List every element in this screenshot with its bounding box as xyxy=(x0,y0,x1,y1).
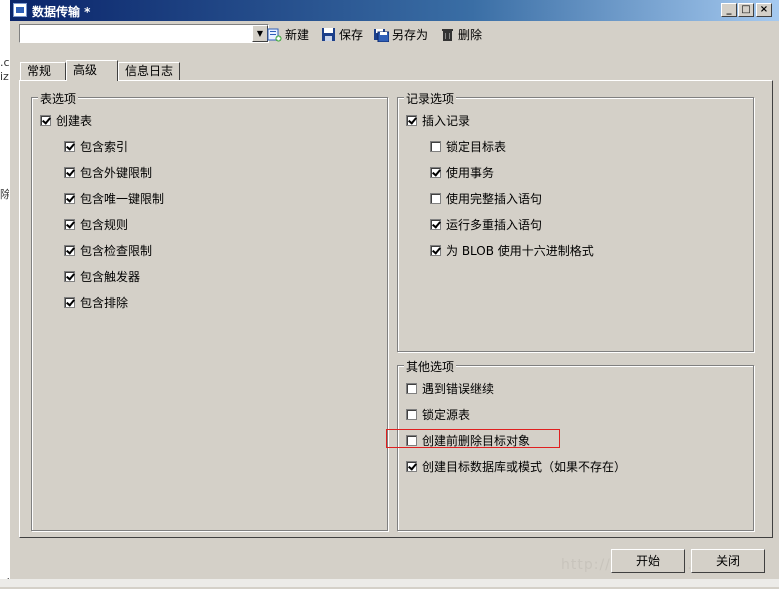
checkbox-label: 包含索引 xyxy=(80,139,129,154)
checkbox-box[interactable] xyxy=(406,382,417,394)
checkbox-include-checks[interactable]: 包含检查限制 xyxy=(64,242,152,258)
window-title: 数据传输 * xyxy=(32,5,91,19)
record-options-title: 记录选项 xyxy=(404,90,457,107)
checkbox-hex-blob[interactable]: 为 BLOB 使用十六进制格式 xyxy=(430,242,594,258)
checkbox-include-excludes[interactable]: 包含排除 xyxy=(64,294,128,310)
checkbox-box[interactable] xyxy=(430,192,441,204)
title-bar[interactable]: 数据传输 * _ □ × xyxy=(10,0,779,21)
checkbox-box[interactable] xyxy=(64,192,75,204)
checkbox-label: 遇到错误继续 xyxy=(422,381,495,396)
checkbox-include-indexes[interactable]: 包含索引 xyxy=(64,138,128,154)
checkbox-include-unique-keys[interactable]: 包含唯一键限制 xyxy=(64,190,164,206)
checkbox-label: 包含排除 xyxy=(80,295,129,310)
checkbox-label: 创建目标数据库或模式（如果不存在） xyxy=(422,459,627,474)
close-button[interactable]: 关闭 xyxy=(691,549,765,573)
checkbox-label: 包含唯一键限制 xyxy=(80,191,165,206)
annotation-highlight xyxy=(386,429,560,448)
save-icon xyxy=(321,27,336,42)
checkbox-label: 锁定源表 xyxy=(422,407,471,422)
other-options-title: 其他选项 xyxy=(404,358,457,375)
checkbox-label: 运行多重插入语句 xyxy=(446,217,543,232)
background-text: iz xyxy=(0,70,9,83)
checkbox-box[interactable] xyxy=(64,244,75,256)
chevron-down-icon[interactable]: ▼ xyxy=(252,25,268,42)
checkbox-box[interactable] xyxy=(64,166,75,178)
checkbox-use-transaction[interactable]: 使用事务 xyxy=(430,164,494,180)
save-as-button[interactable]: 另存为 xyxy=(374,25,428,43)
checkbox-create-table[interactable]: 创建表 xyxy=(40,112,92,128)
save-as-icon xyxy=(374,27,390,42)
start-button[interactable]: 开始 xyxy=(611,549,685,573)
checkbox-label: 包含规则 xyxy=(80,217,129,232)
close-window-button[interactable]: × xyxy=(756,3,772,17)
checkbox-continue-on-error[interactable]: 遇到错误继续 xyxy=(406,380,494,396)
app-icon xyxy=(13,3,27,17)
checkbox-box[interactable] xyxy=(64,296,75,308)
checkbox-extended-inserts[interactable]: 运行多重插入语句 xyxy=(430,216,542,232)
checkbox-label: 包含外键限制 xyxy=(80,165,153,180)
checkbox-box[interactable] xyxy=(64,218,75,230)
minimize-button[interactable]: _ xyxy=(721,3,737,17)
checkbox-label: 锁定目标表 xyxy=(446,139,507,154)
advanced-tab-panel: 表选项 创建表 包含索引 包含外键限制 包含唯一键限制 包含规则 包含检查限制 … xyxy=(19,80,773,538)
checkbox-box[interactable] xyxy=(64,140,75,152)
delete-icon xyxy=(440,27,455,42)
other-options-group: 其他选项 遇到错误继续 锁定源表 创建前删除目标对象 创建目标数据库或模式（如果… xyxy=(397,358,754,531)
checkbox-box[interactable] xyxy=(430,244,441,256)
checkbox-box[interactable] xyxy=(64,270,75,282)
tab-advanced[interactable]: 高级 xyxy=(66,60,118,81)
data-transfer-window: 数据传输 * _ □ × ▼ 新建 保存 另存为 删除 常规 高级 信息日志 表… xyxy=(9,0,779,587)
taskbar-strip xyxy=(0,579,779,587)
checkbox-box[interactable] xyxy=(430,218,441,230)
checkbox-box[interactable] xyxy=(430,166,441,178)
delete-button[interactable]: 删除 xyxy=(440,25,482,43)
table-options-group: 表选项 创建表 包含索引 包含外键限制 包含唯一键限制 包含规则 包含检查限制 … xyxy=(31,90,388,531)
checkbox-box[interactable] xyxy=(406,408,417,420)
checkbox-label: 插入记录 xyxy=(422,113,471,128)
checkbox-box[interactable] xyxy=(406,114,417,126)
record-options-group: 记录选项 插入记录 锁定目标表 使用事务 使用完整插入语句 运行多重插入语句 为… xyxy=(397,90,754,352)
checkbox-box[interactable] xyxy=(406,460,417,472)
checkbox-include-triggers[interactable]: 包含触发器 xyxy=(64,268,140,284)
checkbox-label: 使用完整插入语句 xyxy=(446,191,543,206)
save-button[interactable]: 保存 xyxy=(321,25,363,43)
tab-info-log[interactable]: 信息日志 xyxy=(118,62,180,80)
new-button[interactable]: 新建 xyxy=(267,25,309,43)
save-as-button-label: 另存为 xyxy=(392,27,429,42)
checkbox-lock-source-tables[interactable]: 锁定源表 xyxy=(406,406,470,422)
new-icon xyxy=(267,27,282,42)
checkbox-include-rules[interactable]: 包含规则 xyxy=(64,216,128,232)
checkbox-label: 创建表 xyxy=(56,113,93,128)
table-options-title: 表选项 xyxy=(38,90,79,107)
checkbox-label: 为 BLOB 使用十六进制格式 xyxy=(446,243,594,258)
maximize-button[interactable]: □ xyxy=(738,3,754,17)
tab-strip: 常规 高级 信息日志 xyxy=(10,60,779,81)
checkbox-label: 使用事务 xyxy=(446,165,495,180)
checkbox-include-foreign-keys[interactable]: 包含外键限制 xyxy=(64,164,152,180)
toolbar: ▼ 新建 保存 另存为 删除 xyxy=(10,22,779,48)
save-button-label: 保存 xyxy=(339,27,364,42)
new-button-label: 新建 xyxy=(285,27,310,42)
checkbox-label: 包含触发器 xyxy=(80,269,141,284)
profile-select[interactable]: ▼ xyxy=(19,24,269,43)
checkbox-lock-target-table[interactable]: 锁定目标表 xyxy=(430,138,506,154)
checkbox-box[interactable] xyxy=(40,114,51,126)
checkbox-create-target-database[interactable]: 创建目标数据库或模式（如果不存在） xyxy=(406,458,626,474)
checkbox-label: 包含检查限制 xyxy=(80,243,153,258)
checkbox-box[interactable] xyxy=(430,140,441,152)
checkbox-insert-records[interactable]: 插入记录 xyxy=(406,112,470,128)
delete-button-label: 删除 xyxy=(458,27,483,42)
tab-general[interactable]: 常规 xyxy=(20,62,66,80)
checkbox-complete-inserts[interactable]: 使用完整插入语句 xyxy=(430,190,542,206)
